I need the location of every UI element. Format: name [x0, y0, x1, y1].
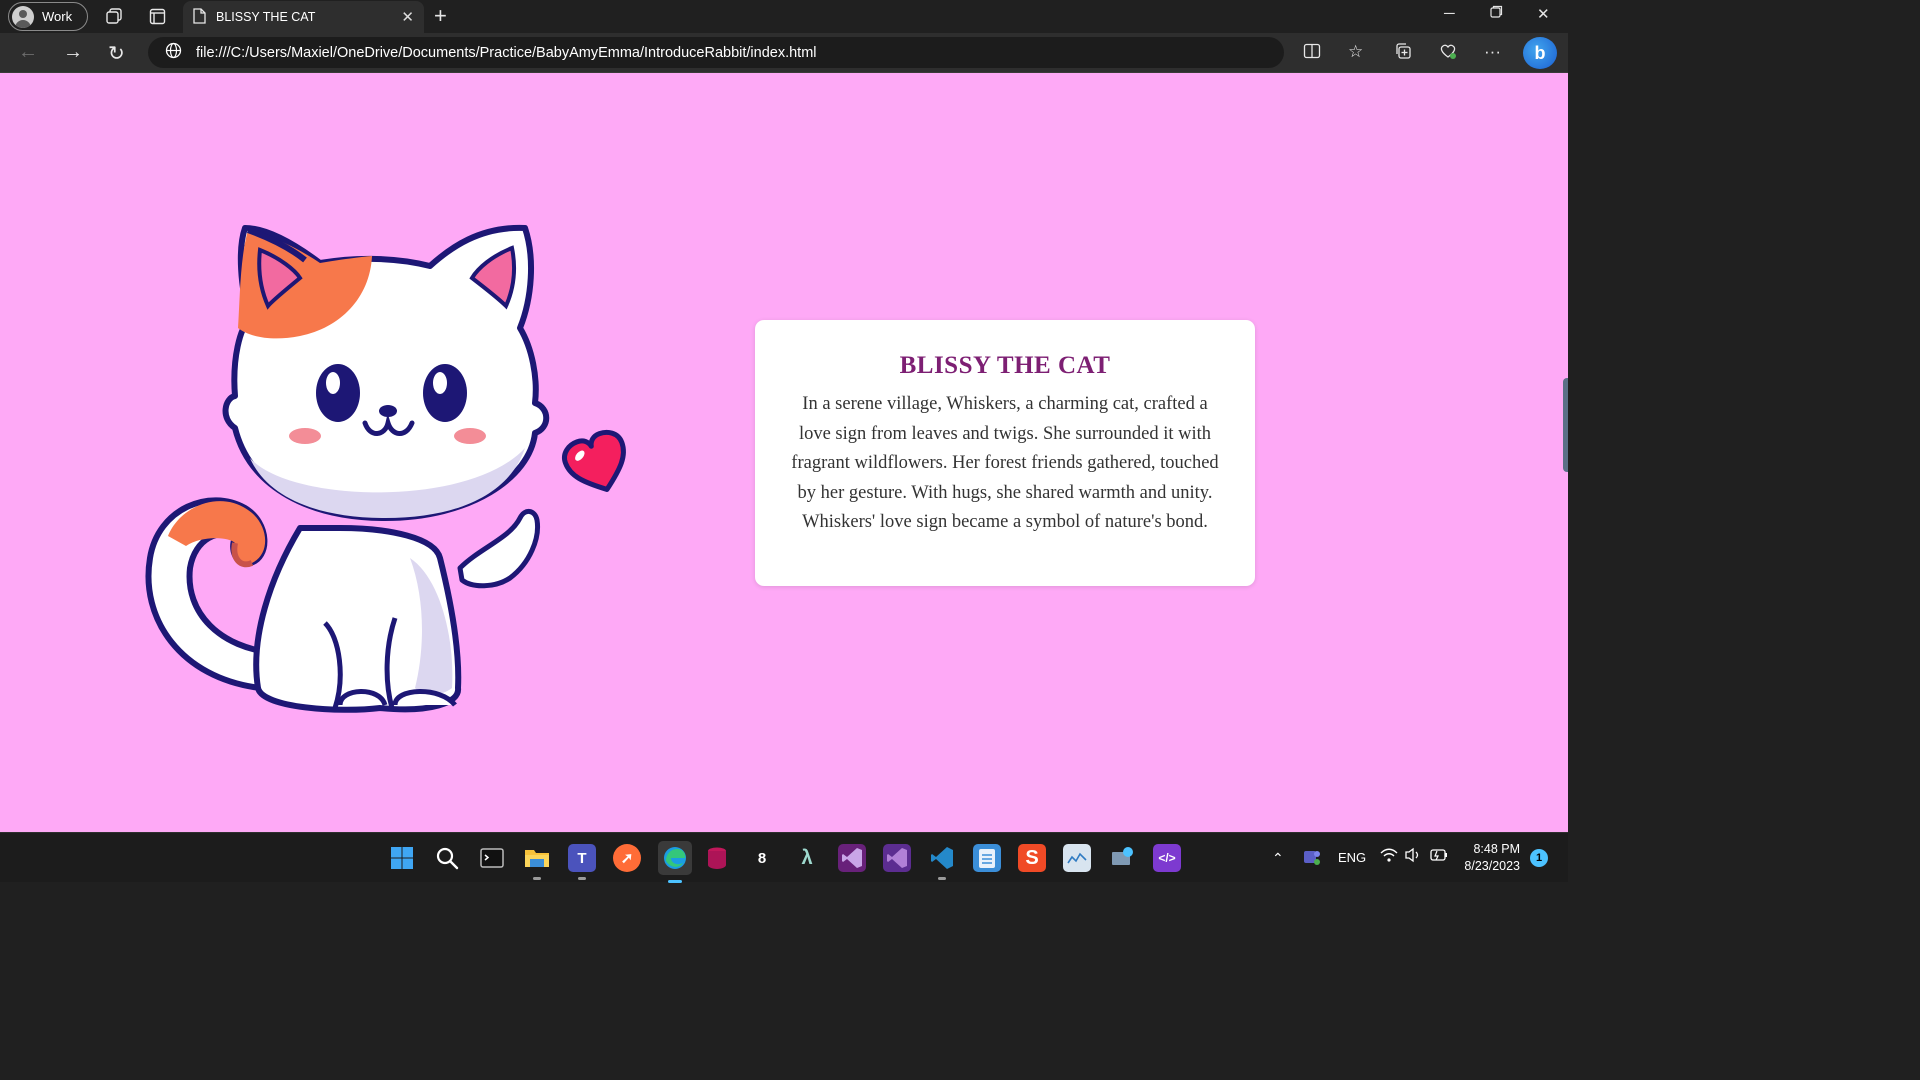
app-lambda-icon[interactable]: λ [793, 844, 821, 872]
collections-icon[interactable] [1394, 42, 1412, 65]
tab-actions-icon[interactable] [147, 6, 167, 26]
taskbar: T ➚ 8 λ S </> ⌃ ENG 8:48 PM 8/23/2023 1 [0, 832, 1568, 883]
code-editor-icon[interactable]: </> [1153, 844, 1181, 872]
language-indicator[interactable]: ENG [1338, 850, 1366, 865]
monitor-chart-icon[interactable] [1063, 844, 1091, 872]
tab-title: BLISSY THE CAT [216, 10, 316, 24]
story-text: In a serene village, Whiskers, a charmin… [791, 394, 1219, 532]
notification-badge[interactable]: 1 [1530, 849, 1548, 867]
close-tab-icon[interactable]: ✕ [401, 8, 414, 26]
workspaces-icon[interactable] [104, 6, 124, 26]
battery-icon[interactable] [1430, 848, 1448, 865]
minimize-icon[interactable]: ─ [1444, 5, 1455, 22]
cat-illustration [145, 224, 626, 713]
address-toolbar: ← → ↻ file:///C:/Users/Maxiel/OneDrive/D… [0, 33, 1568, 73]
split-screen-icon[interactable] [1303, 42, 1321, 65]
terminal-icon[interactable] [478, 844, 506, 872]
story-card: BLISSY THE CAT In a serene village, Whis… [755, 320, 1255, 586]
browser-title-bar: Work BLISSY THE CAT ✕ + ─ ✕ [0, 0, 1568, 33]
teams-tray-icon[interactable] [1303, 848, 1321, 869]
teams-icon[interactable]: T [568, 844, 596, 880]
sublime-s-icon[interactable]: S [1018, 844, 1046, 872]
show-hidden-icons-icon[interactable]: ⌃ [1272, 850, 1284, 867]
story-heading: BLISSY THE CAT [899, 352, 1111, 379]
database-icon[interactable] [703, 844, 731, 872]
profile-button[interactable]: Work [8, 2, 88, 31]
new-tab-icon[interactable]: + [434, 3, 447, 29]
clock-date: 8/23/2023 [1464, 859, 1520, 873]
restore-icon[interactable] [1490, 5, 1503, 22]
clock-time: 8:48 PM [1473, 842, 1520, 856]
refresh-icon[interactable]: ↻ [108, 41, 125, 66]
running-indicator [938, 877, 946, 880]
address-bar[interactable]: file:///C:/Users/Maxiel/OneDrive/Documen… [148, 37, 1284, 68]
profile-avatar-icon [12, 5, 34, 28]
running-indicator [578, 877, 586, 880]
profile-label: Work [42, 9, 73, 24]
remote-desktop-icon[interactable] [1108, 844, 1136, 872]
bing-chat-icon[interactable]: b [1523, 37, 1557, 69]
page-viewport: BLISSY THE CAT In a serene village, Whis… [0, 73, 1568, 832]
edge-icon[interactable] [658, 841, 692, 883]
sidebar-toggle-handle[interactable] [1563, 378, 1568, 472]
globe-icon [165, 42, 182, 63]
app-8-icon[interactable]: 8 [748, 844, 776, 872]
wifi-icon[interactable] [1380, 847, 1398, 866]
active-tab[interactable]: BLISSY THE CAT ✕ [183, 1, 424, 33]
back-icon[interactable]: ← [18, 41, 38, 64]
favorites-icon[interactable]: ☆ [1348, 42, 1363, 62]
postman-icon[interactable]: ➚ [613, 844, 641, 872]
start-icon[interactable] [388, 844, 416, 872]
close-window-icon[interactable]: ✕ [1537, 5, 1550, 23]
running-indicator [533, 877, 541, 880]
volume-icon[interactable] [1404, 847, 1422, 866]
visual-studio-icon[interactable] [838, 844, 866, 872]
more-options-icon[interactable]: ··· [1484, 42, 1501, 62]
forward-icon[interactable]: → [63, 41, 83, 64]
active-indicator [668, 880, 682, 883]
file-explorer-icon[interactable] [523, 844, 551, 880]
url-text: file:///C:/Users/Maxiel/OneDrive/Documen… [196, 44, 817, 61]
browser-essentials-icon[interactable] [1439, 42, 1457, 65]
page-document-icon [193, 7, 206, 27]
visual-studio-2-icon[interactable] [883, 844, 911, 872]
notepad-icon[interactable] [973, 844, 1001, 872]
search-icon[interactable] [433, 844, 461, 872]
vscode-icon[interactable] [928, 844, 956, 880]
system-clock[interactable]: 8:48 PM 8/23/2023 [1460, 841, 1520, 875]
